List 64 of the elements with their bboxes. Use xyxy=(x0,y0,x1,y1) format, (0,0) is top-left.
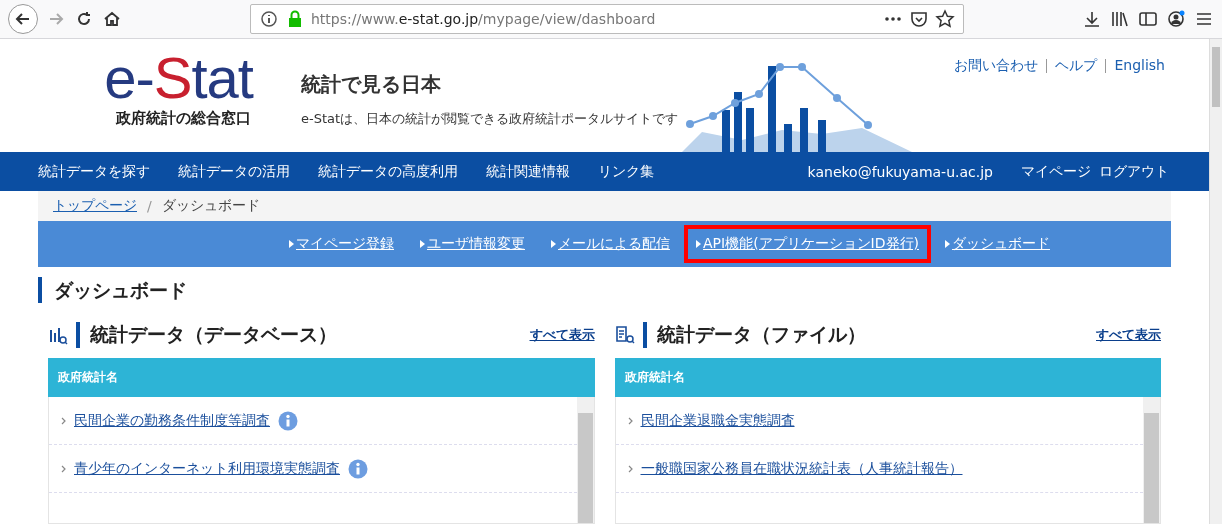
chart-point xyxy=(864,121,873,129)
site-logo[interactable]: e-Stat 政府統計の総合窓口 xyxy=(55,39,253,128)
triangle-icon xyxy=(420,240,425,248)
subnav-link[interactable]: メールによる配信 xyxy=(539,225,682,263)
site-title: 統計で見る日本 xyxy=(301,71,442,98)
account-icon[interactable] xyxy=(1166,9,1186,29)
chart-point xyxy=(755,90,764,98)
nav-item[interactable]: 統計データの活用 xyxy=(178,162,290,181)
back-button[interactable] xyxy=(8,4,38,34)
statistics-link[interactable]: 青少年のインターネット利用環境実態調査 xyxy=(74,459,340,478)
subnav-link[interactable]: ユーザ情報変更 xyxy=(408,225,537,263)
library-icon[interactable] xyxy=(1110,9,1130,29)
statistics-link[interactable]: 一般職国家公務員在職状況統計表（人事統計報告） xyxy=(640,459,963,478)
column-header: 政府統計名 xyxy=(48,358,595,397)
column-header: 政府統計名 xyxy=(614,358,1161,397)
scrollbar[interactable] xyxy=(1143,397,1160,523)
chevron-icon xyxy=(61,416,66,425)
site-tagline: e-Statは、日本の統計が閲覧できる政府統計ポータルサイトです xyxy=(301,110,679,128)
breadcrumb-current: ダッシュボード xyxy=(161,197,260,215)
triangle-icon xyxy=(289,240,294,248)
header-link[interactable]: English xyxy=(1114,57,1165,75)
sidebar-icon[interactable] xyxy=(1138,9,1158,29)
home-button[interactable] xyxy=(102,9,122,29)
subnav-link[interactable]: ダッシュボード xyxy=(933,225,1062,263)
nav-item[interactable]: リンク集 xyxy=(598,162,654,181)
triangle-icon xyxy=(696,240,701,248)
page-scrollbar[interactable] xyxy=(1209,39,1222,524)
chart-point xyxy=(833,94,842,102)
scrollbar[interactable] xyxy=(576,397,594,523)
user-email[interactable]: kaneko@fukuyama-u.ac.jp xyxy=(807,163,993,180)
subnav-link[interactable]: マイページ登録 xyxy=(277,225,406,263)
info-icon[interactable] xyxy=(348,458,368,479)
page-title: ダッシュボード xyxy=(38,277,1171,303)
show-all-link[interactable]: すべて表示 xyxy=(1096,326,1161,344)
triangle-icon xyxy=(551,240,556,248)
chart-point xyxy=(798,63,807,71)
breadcrumb-link[interactable]: トップページ xyxy=(53,197,137,215)
address-bar[interactable]: https://www.e-stat.go.jp/mypage/view/dashboard xyxy=(250,4,964,34)
panel-title: 統計データ（データベース） xyxy=(76,322,337,348)
nav-item[interactable]: 統計関連情報 xyxy=(486,162,570,181)
header-link[interactable]: ヘルプ xyxy=(1055,57,1098,75)
header-link[interactable]: お問い合わせ xyxy=(954,57,1039,75)
nav-link[interactable]: ログアウト xyxy=(1099,162,1169,181)
chevron-icon xyxy=(627,416,633,425)
download-icon[interactable] xyxy=(1082,9,1102,29)
info-icon[interactable] xyxy=(278,410,298,431)
nav-item[interactable]: 統計データを探す xyxy=(38,162,150,181)
statistics-link[interactable]: 民間企業の勤務条件制度等調査 xyxy=(74,411,270,430)
chevron-icon xyxy=(61,464,66,473)
subnav-link[interactable]: API機能(アプリケーションID発行) xyxy=(684,225,931,263)
show-all-link[interactable]: すべて表示 xyxy=(529,326,595,344)
panel-title: 統計データ（ファイル） xyxy=(642,322,866,348)
nav-item[interactable]: 統計データの高度利用 xyxy=(318,162,458,181)
chart-point xyxy=(731,99,740,107)
chart-point xyxy=(709,112,718,120)
triangle-icon xyxy=(945,240,950,248)
statistics-link[interactable]: 民間企業退職金実態調査 xyxy=(640,411,795,430)
chart-point xyxy=(686,120,695,128)
nav-link[interactable]: マイページ xyxy=(1021,162,1091,181)
chevron-icon xyxy=(627,464,633,473)
bar-chart-icon xyxy=(48,325,68,345)
chart-point xyxy=(776,63,785,71)
document-icon xyxy=(614,325,635,345)
breadcrumb-separator: / xyxy=(147,198,152,214)
